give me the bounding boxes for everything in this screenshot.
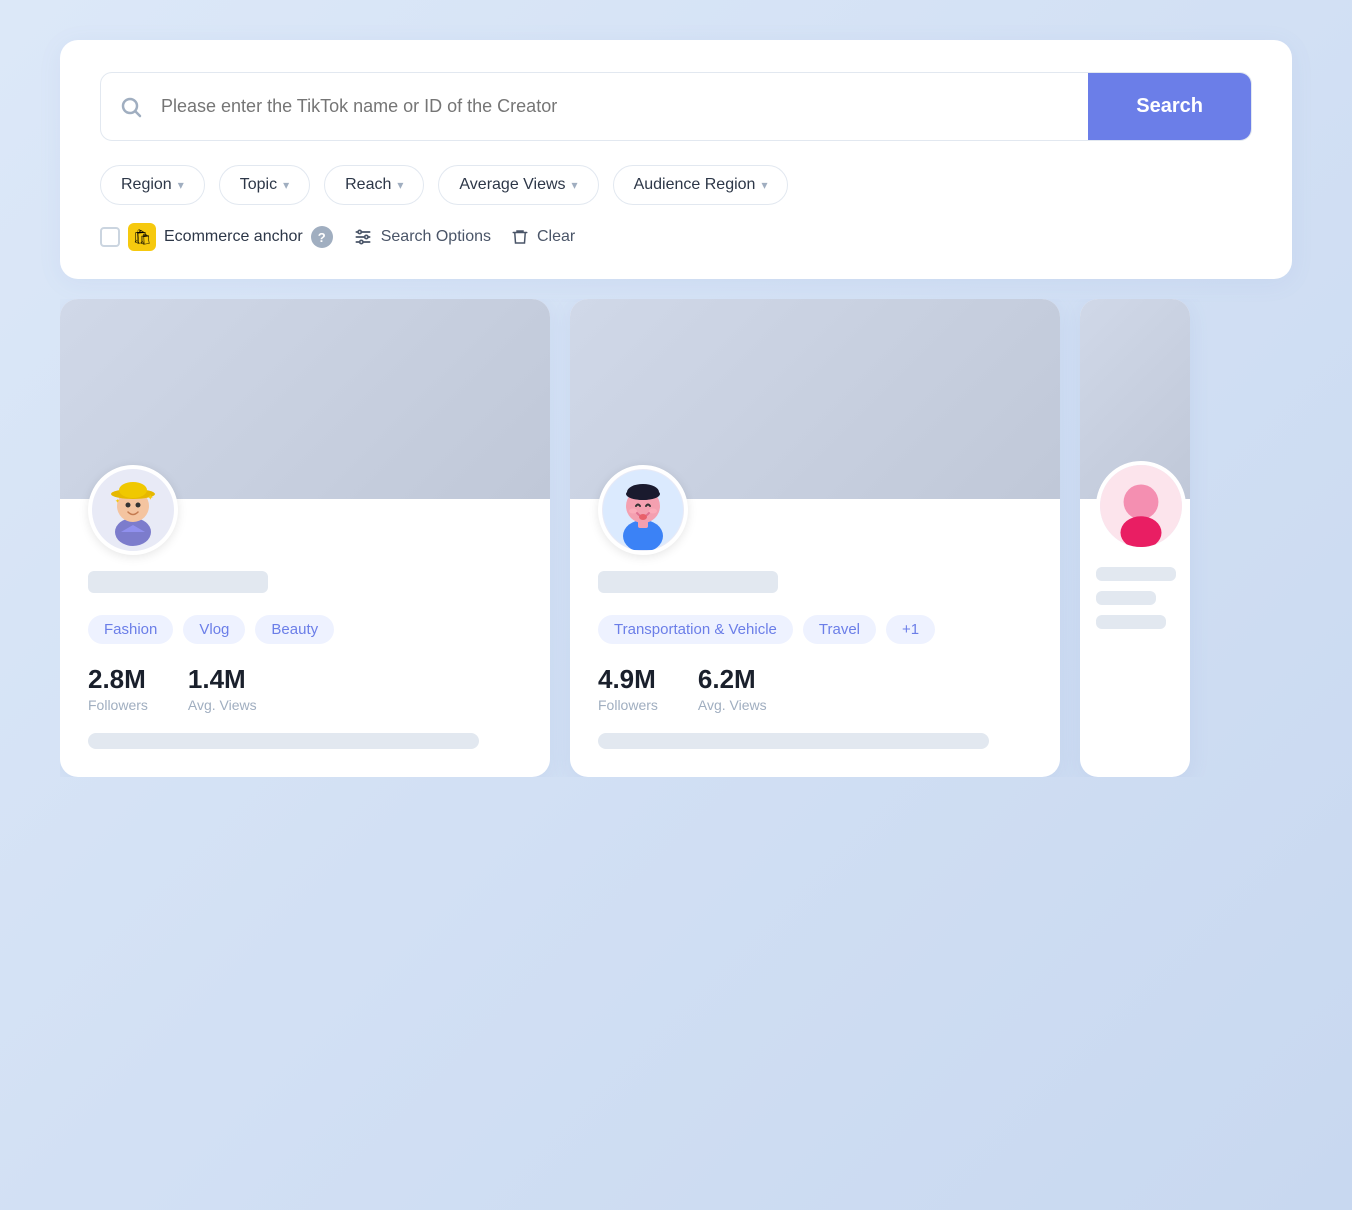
partial-line xyxy=(1096,615,1166,629)
tags-row: Transportation & Vehicle Travel +1 xyxy=(598,615,1032,644)
tag[interactable]: Fashion xyxy=(88,615,173,644)
partial-avatar xyxy=(1096,461,1186,551)
partial-line xyxy=(1096,591,1156,605)
tag[interactable]: Vlog xyxy=(183,615,245,644)
creator-card: Transportation & Vehicle Travel +1 4.9M … xyxy=(570,299,1060,777)
avg-views-value: 1.4M xyxy=(188,664,257,695)
action-placeholder xyxy=(88,733,479,749)
avatar xyxy=(598,465,688,555)
avg-views-stat: 1.4M Avg. Views xyxy=(188,664,257,713)
cards-area: ✦ ✦ Fashion Vlog Beauty 2.8M xyxy=(60,299,1292,777)
svg-text:✦: ✦ xyxy=(147,493,154,502)
ecommerce-bag-icon: 🛍 xyxy=(128,223,156,251)
followers-stat: 4.9M Followers xyxy=(598,664,658,713)
filters-row: Region ▾ Topic ▾ Reach ▾ Average Views ▾… xyxy=(100,165,1252,205)
action-placeholder xyxy=(598,733,989,749)
followers-label: Followers xyxy=(598,697,658,713)
tag[interactable]: Beauty xyxy=(255,615,334,644)
tags-row: Fashion Vlog Beauty xyxy=(88,615,522,644)
help-icon[interactable]: ? xyxy=(311,226,333,248)
followers-stat: 2.8M Followers xyxy=(88,664,148,713)
followers-value: 4.9M xyxy=(598,664,658,695)
avatar-wrapper xyxy=(598,465,1032,555)
avg-views-label: Avg. Views xyxy=(188,697,257,713)
card-body: Transportation & Vehicle Travel +1 4.9M … xyxy=(570,499,1060,777)
partial-card-body xyxy=(1080,499,1190,645)
tag[interactable]: Transportation & Vehicle xyxy=(598,615,793,644)
stats-row: 4.9M Followers 6.2M Avg. Views xyxy=(598,664,1032,713)
topic-filter[interactable]: Topic ▾ xyxy=(219,165,310,205)
avg-views-value: 6.2M xyxy=(698,664,767,695)
options-row: 🛍 Ecommerce anchor ? Search Options xyxy=(100,223,1252,251)
avg-views-stat: 6.2M Avg. Views xyxy=(698,664,767,713)
partial-line xyxy=(1096,567,1176,581)
svg-text:✦: ✦ xyxy=(115,498,120,505)
followers-label: Followers xyxy=(88,697,148,713)
search-button[interactable]: Search xyxy=(1088,73,1251,140)
tag[interactable]: Travel xyxy=(803,615,876,644)
search-panel: Search Region ▾ Topic ▾ Reach ▾ Average … xyxy=(60,40,1292,279)
chevron-down-icon: ▾ xyxy=(178,178,184,192)
chevron-down-icon: ▾ xyxy=(397,178,403,192)
creator-card: ✦ ✦ Fashion Vlog Beauty 2.8M xyxy=(60,299,550,777)
name-placeholder xyxy=(598,571,778,593)
page-wrapper: Search Region ▾ Topic ▾ Reach ▾ Average … xyxy=(60,40,1292,777)
ecommerce-label: Ecommerce anchor xyxy=(164,228,303,246)
ecommerce-anchor-wrapper: 🛍 Ecommerce anchor ? xyxy=(100,223,333,251)
reach-filter[interactable]: Reach ▾ xyxy=(324,165,424,205)
partial-card-lines xyxy=(1096,567,1174,629)
chevron-down-icon: ▾ xyxy=(572,178,578,192)
search-bar: Search xyxy=(100,72,1252,141)
search-options-button[interactable]: Search Options xyxy=(353,227,491,247)
followers-value: 2.8M xyxy=(88,664,148,695)
partial-creator-card xyxy=(1080,299,1190,777)
tag[interactable]: +1 xyxy=(886,615,935,644)
name-placeholder xyxy=(88,571,268,593)
clear-button[interactable]: Clear xyxy=(511,228,575,246)
chevron-down-icon: ▾ xyxy=(283,178,289,192)
audience-region-filter[interactable]: Audience Region ▾ xyxy=(613,165,789,205)
search-input[interactable] xyxy=(161,74,1088,139)
stats-row: 2.8M Followers 1.4M Avg. Views xyxy=(88,664,522,713)
avg-views-filter[interactable]: Average Views ▾ xyxy=(438,165,598,205)
card-body: ✦ ✦ Fashion Vlog Beauty 2.8M xyxy=(60,499,550,777)
search-icon xyxy=(101,95,161,119)
region-filter[interactable]: Region ▾ xyxy=(100,165,205,205)
chevron-down-icon: ▾ xyxy=(761,178,767,192)
avg-views-label: Avg. Views xyxy=(698,697,767,713)
avatar-wrapper: ✦ ✦ xyxy=(88,465,522,555)
ecommerce-checkbox[interactable] xyxy=(100,227,120,247)
avatar: ✦ ✦ xyxy=(88,465,178,555)
